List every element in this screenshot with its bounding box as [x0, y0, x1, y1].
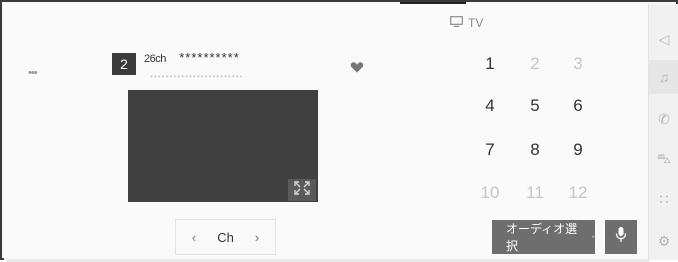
key-2: 2: [530, 54, 540, 73]
key-4[interactable]: 4: [470, 94, 510, 118]
source-label-text: TV: [468, 16, 484, 30]
navigation-icon[interactable]: ◁: [649, 22, 678, 56]
channel-selector-label: Ch: [217, 229, 234, 245]
program-info-placeholder: ••••••••••••••••••••••••: [150, 72, 244, 81]
channel-next-button[interactable]: ›: [251, 230, 263, 245]
key-3: 3: [573, 54, 583, 73]
fullscreen-button[interactable]: [288, 179, 316, 201]
voice-button[interactable]: [605, 220, 637, 254]
music-icon[interactable]: ♫: [649, 60, 678, 94]
settings-icon[interactable]: ⚙: [649, 224, 678, 258]
channel-selector: ‹ Ch ›: [175, 219, 276, 255]
key-6[interactable]: 6: [558, 94, 598, 118]
screen-frame: ••• 2 26ch ********** ••••••••••••••••••…: [0, 0, 678, 262]
favorite-heart-icon[interactable]: [350, 60, 364, 74]
audio-select-label: オーディオ選択: [506, 222, 578, 253]
microphone-icon: [615, 226, 627, 249]
more-options-button[interactable]: •••: [28, 67, 50, 79]
channel-name: **********: [179, 50, 240, 65]
fullscreen-icon: [293, 180, 311, 201]
apps-icon[interactable]: ∷: [649, 182, 678, 216]
tv-main-panel: ••• 2 26ch ********** ••••••••••••••••••…: [4, 4, 650, 262]
audio-select-button[interactable]: オーディオ選択 •: [492, 220, 595, 254]
source-label: TV: [450, 16, 483, 30]
key-10: 10: [480, 183, 500, 202]
key-8[interactable]: 8: [515, 138, 555, 162]
channel-info: 26ch **********: [144, 50, 240, 65]
phone-icon[interactable]: ✆: [649, 102, 678, 136]
key-1[interactable]: 1: [470, 52, 510, 76]
preset-number-badge: 2: [112, 53, 136, 75]
channel-number: 26ch: [144, 53, 166, 65]
key-7[interactable]: 7: [470, 138, 510, 162]
car-icon[interactable]: ⛍: [649, 142, 678, 176]
key-9[interactable]: 9: [558, 138, 598, 162]
audio-select-indicator: •: [591, 231, 595, 243]
key-11: 11: [526, 183, 544, 202]
key-5[interactable]: 5: [515, 94, 555, 118]
tv-icon: [450, 16, 463, 30]
right-sidebar: ◁ ♫ ✆ ⛍ ∷ ⚙: [648, 4, 678, 260]
channel-prev-button[interactable]: ‹: [188, 230, 200, 245]
key-12: 12: [568, 183, 588, 202]
